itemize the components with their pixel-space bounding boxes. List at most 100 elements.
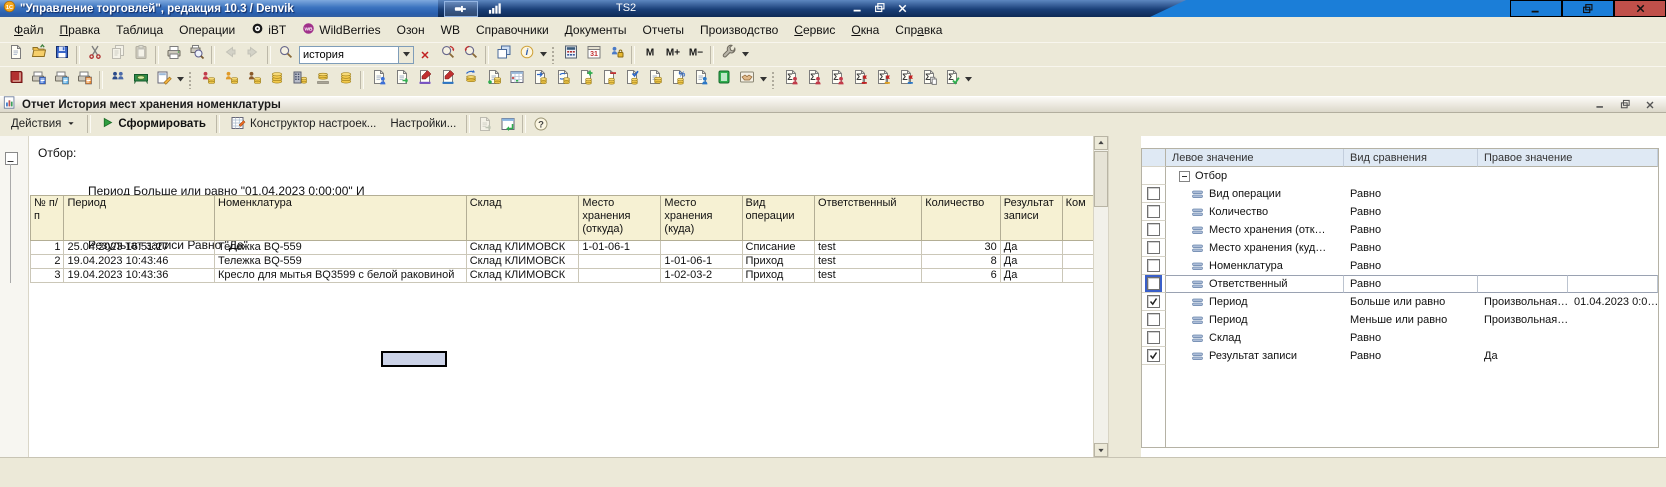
cell[interactable]: [579, 269, 661, 283]
filter-right-extra[interactable]: [1568, 185, 1658, 203]
handshake-button[interactable]: [735, 69, 758, 91]
filter-row[interactable]: ОтветственныйРавно: [1142, 275, 1658, 293]
filter-right-value[interactable]: Произвольная…: [1478, 293, 1568, 311]
windows-list-button[interactable]: [492, 44, 515, 66]
menu-item-edit[interactable]: Правка: [52, 20, 109, 40]
coins-stack-button[interactable]: [334, 69, 357, 91]
menu-item-ozon[interactable]: Озон: [389, 20, 433, 40]
filter-checkbox[interactable]: [1145, 275, 1162, 292]
filter-comparison[interactable]: Равно: [1344, 239, 1478, 257]
cell[interactable]: Склад КЛИМОВСК: [466, 255, 579, 269]
cell[interactable]: 30: [922, 241, 1001, 255]
user-lock-button[interactable]: [605, 44, 628, 66]
save-settings-button[interactable]: [473, 113, 496, 135]
minimize-button[interactable]: [1510, 0, 1562, 17]
filter-left-value[interactable]: Период: [1166, 293, 1344, 311]
info-button[interactable]: i: [515, 44, 538, 66]
doc-in-red-button[interactable]: [413, 69, 436, 91]
filter-checkbox[interactable]: [1145, 239, 1162, 256]
find-prev-button[interactable]: [459, 44, 482, 66]
filter-right-value[interactable]: [1478, 221, 1568, 239]
sigma-person-2-button[interactable]: Σ: [802, 69, 825, 91]
cell[interactable]: 6: [922, 269, 1001, 283]
filter-right-value[interactable]: [1478, 329, 1568, 347]
filter-comparison[interactable]: Больше или равно: [1344, 293, 1478, 311]
cell[interactable]: Тележка BQ-559: [215, 255, 467, 269]
m-memory-button[interactable]: M: [638, 44, 661, 66]
sigma-person-button[interactable]: Σ: [779, 69, 802, 91]
selected-cell[interactable]: [381, 351, 447, 367]
cell[interactable]: Склад КЛИМОВСК: [466, 241, 579, 255]
collapse-icon[interactable]: [1179, 171, 1190, 182]
doc-person-button[interactable]: [689, 69, 712, 91]
cell[interactable]: Да: [1000, 269, 1062, 283]
cell[interactable]: test: [814, 269, 921, 283]
menu-item-help[interactable]: Справка: [887, 20, 950, 40]
doc-coins-green-button[interactable]: [482, 69, 505, 91]
filter-row[interactable]: Место хранения (куд…Равно: [1142, 239, 1658, 257]
cell[interactable]: Да: [1000, 241, 1062, 255]
filter-comparison[interactable]: Равно: [1344, 203, 1478, 221]
sigma-flag-blue-button[interactable]: Σ: [894, 69, 917, 91]
filter-right-extra[interactable]: [1568, 257, 1658, 275]
filter-right-value[interactable]: Произвольная…: [1478, 311, 1568, 329]
menu-item-ibt[interactable]: iBT: [243, 19, 294, 41]
menu-item-wildberries[interactable]: WBWildBerries: [294, 19, 388, 41]
filter-left-value[interactable]: Место хранения (отк…: [1166, 221, 1344, 239]
filter-right-extra[interactable]: [1568, 239, 1658, 257]
cell[interactable]: 1-01-06-1: [661, 255, 742, 269]
actions-menu-button[interactable]: Действия: [4, 116, 84, 133]
cell[interactable]: [579, 255, 661, 269]
sigma-flag-red-button[interactable]: Σ: [848, 69, 871, 91]
filter-right-extra[interactable]: [1568, 329, 1658, 347]
print-doc-orange-button[interactable]: [73, 69, 96, 91]
cell[interactable]: Приход: [742, 269, 814, 283]
filter-comparison[interactable]: Равно: [1344, 257, 1478, 275]
print-doc-blue-button[interactable]: [27, 69, 50, 91]
filter-comparison[interactable]: Равно: [1344, 347, 1478, 365]
filter-right-extra[interactable]: [1568, 275, 1658, 293]
doc-arrow-coins-button[interactable]: [528, 69, 551, 91]
cell[interactable]: 19.04.2023 10:43:46: [64, 255, 215, 269]
cell[interactable]: 1-02-03-2: [661, 269, 742, 283]
cell[interactable]: 19.04.2023 10:43:36: [64, 269, 215, 283]
filter-left-value[interactable]: Результат записи: [1166, 347, 1344, 365]
cut-button[interactable]: [83, 44, 106, 66]
scroll-up-button[interactable]: [1094, 136, 1108, 150]
filter-checkbox[interactable]: [1145, 185, 1162, 202]
doc-minus-coins-button[interactable]: [597, 69, 620, 91]
filter-left-value[interactable]: Номенклатура: [1166, 257, 1344, 275]
filter-checkbox[interactable]: [1145, 347, 1162, 364]
cell[interactable]: 2: [31, 255, 64, 269]
cell[interactable]: Кресло для мытья BQ3599 с белой раковино…: [215, 269, 467, 283]
filter-comparison[interactable]: Равно: [1344, 185, 1478, 203]
coins-person-button[interactable]: [265, 69, 288, 91]
filter-left-value[interactable]: Количество: [1166, 203, 1344, 221]
scrollbar-thumb[interactable]: [1094, 151, 1108, 207]
menu-item-documents[interactable]: Документы: [557, 20, 635, 40]
filter-row[interactable]: ПериодМеньше или равноПроизвольная…: [1142, 311, 1658, 329]
filter-checkbox[interactable]: [1145, 221, 1162, 238]
sigma-docs-button[interactable]: Σ: [917, 69, 940, 91]
menu-item-catalogs[interactable]: Справочники: [468, 20, 557, 40]
print-button[interactable]: [162, 44, 185, 66]
customize-button[interactable]: [717, 44, 740, 66]
doc-export-button[interactable]: [390, 69, 413, 91]
filter-right-extra[interactable]: [1568, 203, 1658, 221]
filter-left-value[interactable]: Период: [1166, 311, 1344, 329]
collapse-group-icon[interactable]: [5, 152, 18, 165]
report-close-button[interactable]: [1639, 98, 1661, 112]
filter-left-value[interactable]: Склад: [1166, 329, 1344, 347]
cell[interactable]: test: [814, 241, 921, 255]
calendar-button[interactable]: 31: [582, 44, 605, 66]
copy-button[interactable]: [106, 44, 129, 66]
cell[interactable]: [661, 241, 742, 255]
cell[interactable]: Да: [1000, 255, 1062, 269]
table-settings-button[interactable]: [496, 113, 519, 135]
cell[interactable]: 3: [31, 269, 64, 283]
paste-button[interactable]: [129, 44, 152, 66]
cell[interactable]: 25.04.2023 16:51:27: [64, 241, 215, 255]
filter-right-value[interactable]: [1478, 239, 1568, 257]
generate-button[interactable]: Сформировать: [94, 115, 213, 133]
calculator-button[interactable]: [559, 44, 582, 66]
